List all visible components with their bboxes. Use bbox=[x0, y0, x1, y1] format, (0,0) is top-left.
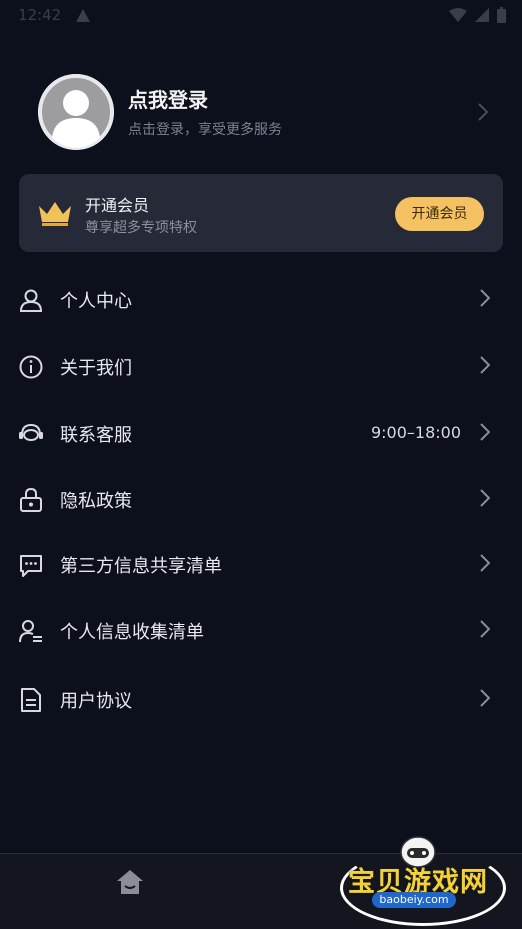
crown-icon bbox=[39, 202, 71, 226]
menu-item-about-us[interactable]: 关于我们 bbox=[0, 338, 522, 394]
menu-item-customer-service[interactable]: 联系客服 9:00–18:00 bbox=[0, 405, 522, 461]
menu-item-personal-info-collection[interactable]: 个人信息收集清单 bbox=[0, 602, 522, 658]
open-vip-button[interactable]: 开通会员 bbox=[395, 197, 484, 231]
wifi-icon bbox=[449, 8, 467, 22]
menu-item-label: 个人信息收集清单 bbox=[60, 622, 204, 643]
status-time: 12:42 bbox=[18, 6, 62, 24]
menu-item-privacy-policy[interactable]: 隐私政策 bbox=[0, 471, 522, 527]
status-bar: 12:42 bbox=[0, 0, 522, 34]
chevron-right-icon bbox=[480, 689, 490, 707]
document-icon bbox=[21, 688, 41, 712]
chevron-right-icon bbox=[480, 554, 490, 572]
menu-item-label: 隐私政策 bbox=[60, 491, 132, 512]
user-list-icon bbox=[19, 620, 42, 643]
chevron-right-icon[interactable] bbox=[478, 103, 488, 121]
vip-title: 开通会员 bbox=[85, 196, 150, 215]
service-hours: 9:00–18:00 bbox=[370, 423, 461, 442]
menu-item-label: 关于我们 bbox=[60, 358, 132, 379]
default-avatar-icon bbox=[38, 74, 114, 150]
watermark-url: baobeiy.com bbox=[372, 892, 456, 908]
vip-card[interactable]: 开通会员 尊享超多专项特权 开通会员 bbox=[19, 174, 503, 252]
chevron-right-icon bbox=[480, 356, 490, 374]
chevron-right-icon bbox=[480, 620, 490, 638]
info-icon bbox=[19, 355, 43, 379]
chevron-right-icon bbox=[480, 489, 490, 507]
menu-item-personal-center[interactable]: 个人中心 bbox=[0, 271, 522, 327]
menu-item-label: 用户协议 bbox=[60, 691, 132, 712]
menu-item-label: 联系客服 bbox=[60, 425, 132, 446]
chevron-right-icon bbox=[480, 289, 490, 307]
avatar[interactable] bbox=[38, 74, 114, 150]
login-title[interactable]: 点我登录 bbox=[128, 84, 208, 113]
watermark-logo: 宝贝游戏网 baobeiy.com bbox=[340, 832, 506, 926]
signal-icon bbox=[475, 8, 489, 22]
headset-icon bbox=[19, 423, 43, 441]
menu-item-user-agreement[interactable]: 用户协议 bbox=[0, 671, 522, 727]
menu-item-label: 第三方信息共享清单 bbox=[60, 556, 222, 577]
login-subtitle: 点击登录，享受更多服务 bbox=[128, 122, 282, 138]
chevron-right-icon bbox=[480, 423, 490, 441]
menu-item-third-party-sharing[interactable]: 第三方信息共享清单 bbox=[0, 536, 522, 592]
alert-icon bbox=[76, 9, 90, 22]
login-header[interactable]: 点我登录 点击登录，享受更多服务 bbox=[38, 74, 498, 150]
message-icon bbox=[20, 555, 42, 577]
person-icon bbox=[19, 289, 43, 312]
battery-icon bbox=[497, 7, 506, 23]
lock-icon bbox=[20, 487, 42, 512]
vip-subtitle: 尊享超多专项特权 bbox=[85, 220, 197, 236]
home-icon[interactable] bbox=[115, 868, 145, 896]
menu-item-label: 个人中心 bbox=[60, 291, 132, 312]
